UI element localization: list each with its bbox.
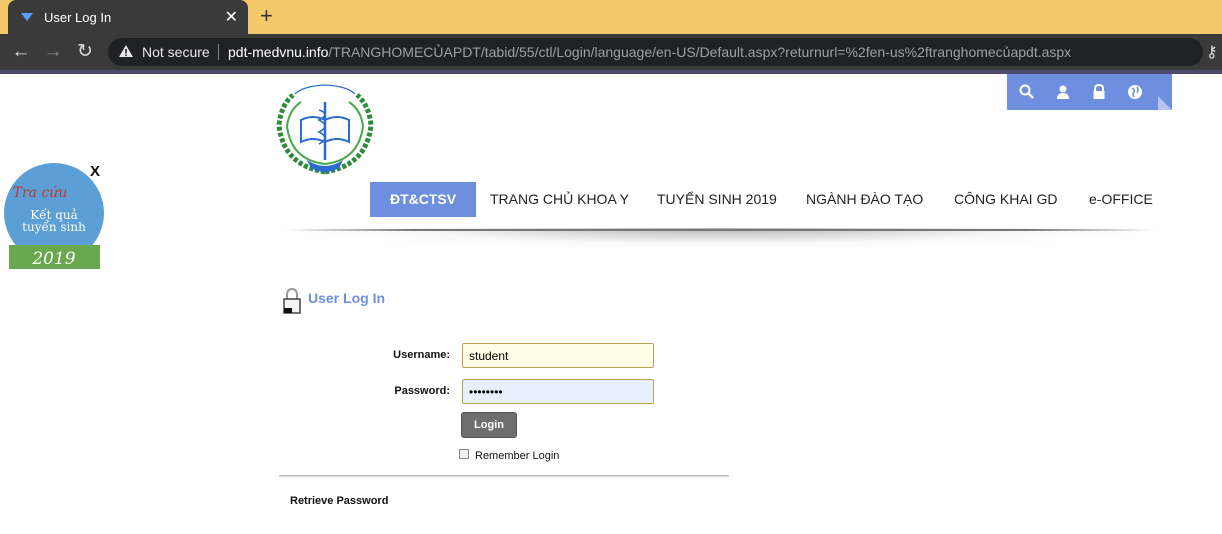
section-divider: [279, 475, 729, 477]
menu-shadow-line: [285, 229, 1155, 231]
close-tab-icon[interactable]: ✕: [225, 7, 238, 27]
search-icon[interactable]: [1018, 83, 1036, 101]
menu-item-trang-chu-khoa-y[interactable]: TRANG CHỦ KHOA Y: [490, 182, 629, 217]
menu-item-tuyen-sinh[interactable]: TUYỂN SINH 2019: [657, 182, 777, 217]
retrieve-password-link[interactable]: Retrieve Password: [290, 495, 388, 507]
user-icon[interactable]: [1054, 83, 1072, 101]
not-secure-label[interactable]: Not secure: [142, 44, 210, 60]
key-icon[interactable]: ⚷: [1206, 42, 1218, 62]
back-arrow-icon[interactable]: ←: [10, 41, 32, 63]
popup-close-button[interactable]: X: [90, 163, 100, 180]
username-label: Username:: [393, 349, 450, 361]
toolbar-corner-fold: [1158, 96, 1172, 110]
menu-item-cong-khai-gd[interactable]: CÔNG KHAI GD: [954, 182, 1057, 217]
svg-text:2019: 2019: [31, 249, 75, 269]
menu-shadow-divider: [280, 228, 1160, 270]
svg-text:Tra cứu: Tra cứu: [13, 185, 68, 201]
faculty-logo: [276, 84, 374, 175]
remember-login-checkbox[interactable]: [459, 449, 469, 459]
menu-item-nganh-dao-tao[interactable]: NGÀNH ĐÀO TẠO: [806, 182, 923, 217]
browser-tab[interactable]: User Log In ✕: [8, 0, 248, 34]
url-text[interactable]: pdt-medvnu.info/TRANGHOMECỦAPDT/tabid/55…: [228, 44, 1071, 60]
url-host: pdt-medvnu.info: [228, 44, 329, 60]
remember-login-label[interactable]: Remember Login: [475, 450, 559, 462]
warning-icon[interactable]: [118, 44, 134, 58]
browser-tab-bar: User Log In ✕ +: [0, 0, 1222, 34]
login-button[interactable]: Login: [461, 412, 517, 438]
password-label: Password:: [394, 385, 450, 397]
reload-icon[interactable]: ↻: [74, 41, 96, 63]
svg-text:tuyển sinh: tuyển sinh: [22, 219, 86, 234]
site-favicon-icon: [21, 13, 33, 21]
menu-item-e-office[interactable]: e-OFFICE: [1089, 182, 1153, 217]
login-lock-icon: [283, 287, 301, 314]
lock-icon[interactable]: [1090, 83, 1108, 101]
forward-arrow-icon[interactable]: →: [42, 41, 64, 63]
address-divider: [218, 44, 219, 60]
browser-toolbar: ← → ↻ Not secure pdt-medvnu.info/TRANGHO…: [0, 34, 1222, 70]
menu-item-dtctsv[interactable]: ĐT&CTSV: [370, 182, 477, 217]
page-title: User Log In: [308, 290, 386, 306]
username-input[interactable]: [462, 343, 654, 368]
address-bar[interactable]: Not secure pdt-medvnu.info/TRANGHOMECỦAP…: [108, 38, 1203, 66]
new-tab-button[interactable]: +: [260, 3, 273, 29]
header-toolbar: [1007, 74, 1172, 110]
url-path: /TRANGHOMECỦAPDT/tabid/55/ctl/Login/lang…: [328, 44, 1072, 60]
globe-icon[interactable]: [1126, 83, 1144, 101]
tab-title: User Log In: [44, 10, 112, 25]
password-input[interactable]: [462, 379, 654, 404]
